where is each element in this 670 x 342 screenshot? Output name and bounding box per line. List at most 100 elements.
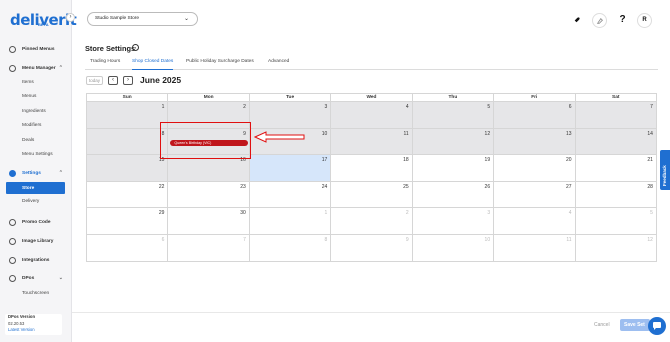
logo-tagline: BETA [38, 22, 49, 27]
day-cell[interactable]: 29 [87, 208, 169, 234]
sidebar-item-menu-settings[interactable]: Menu Settings [0, 148, 72, 163]
sidebar-item-promo-code[interactable]: Promo Code [0, 213, 72, 232]
plug-icon [9, 256, 16, 264]
day-number: 25 [403, 183, 409, 190]
tab-shop-closed-dates[interactable]: Shop Closed Dates [132, 59, 174, 70]
day-cell[interactable]: 4 [494, 208, 576, 234]
chevron-up-icon: ⌃ [58, 170, 63, 176]
day-cell[interactable]: 21 [575, 155, 656, 181]
rocket-icon[interactable] [569, 13, 584, 28]
day-cell[interactable]: 6 [494, 102, 576, 128]
sidebar-item-touchscreen[interactable]: Touchscreen [0, 287, 72, 302]
day-cell[interactable]: 14 [575, 128, 656, 154]
day-number: 7 [243, 236, 246, 243]
day-number: 18 [403, 157, 409, 163]
cancel-button[interactable]: Cancel [594, 322, 610, 328]
sidebar-item-label: Store [22, 185, 35, 191]
collapse-sidebar-button[interactable]: › [66, 13, 75, 22]
day-cell[interactable]: 6 [87, 234, 169, 261]
sidebar-item-delivery[interactable]: Delivery [0, 194, 72, 209]
day-cell[interactable]: 23 [168, 181, 250, 207]
chevron-down-icon: ⌄ [183, 16, 189, 22]
sidebar-item-store[interactable]: Store [6, 182, 65, 194]
sidebar-item-settings[interactable]: Settings ⌃ [0, 167, 72, 180]
day-number: 5 [650, 210, 653, 216]
day-number: 9 [405, 236, 409, 243]
save-button[interactable]: Save Set [620, 319, 650, 331]
day-number: 24 [321, 183, 328, 190]
day-cell[interactable]: 1 [249, 208, 332, 234]
day-number: 20 [565, 157, 572, 163]
day-cell[interactable]: 5 [412, 102, 495, 128]
day-number: 12 [484, 130, 491, 137]
sidebar-item-image-library[interactable]: Image Library [0, 232, 72, 251]
calendar-week: 22 23 24 25 26 27 28 [87, 181, 656, 208]
tag-icon[interactable] [592, 13, 607, 28]
topbar: Studio Sample Store ⌄ ? R [72, 0, 670, 42]
store-select[interactable]: Studio Sample Store ⌄ [87, 12, 198, 26]
day-cell-today[interactable]: 17 [249, 155, 332, 181]
day-cell[interactable]: 7 [575, 102, 656, 128]
feedback-tab[interactable]: Feedback [660, 150, 670, 190]
day-cell[interactable]: 13 [494, 128, 576, 154]
sidebar-item-dpos[interactable]: DPos ⌄ [0, 270, 72, 287]
today-button[interactable]: today [86, 76, 103, 85]
day-cell[interactable]: 11 [494, 234, 576, 261]
sidebar-item-label: Settings [22, 171, 41, 176]
sidebar-item-ingredients[interactable]: Ingredients [0, 104, 72, 119]
day-cell[interactable]: 11 [331, 128, 413, 154]
day-cell[interactable]: 25 [331, 181, 413, 207]
day-cell[interactable]: 3 [412, 208, 495, 234]
day-cell[interactable]: 15 [87, 155, 169, 181]
day-number: 7 [650, 104, 653, 110]
image-icon [9, 237, 16, 245]
weekday-label: Thu [413, 94, 495, 101]
day-cell[interactable]: 20 [494, 155, 576, 181]
day-cell[interactable]: 18 [331, 155, 413, 181]
day-cell[interactable]: 28 [575, 181, 656, 207]
day-cell[interactable]: 8 [87, 128, 169, 154]
day-cell[interactable]: 26 [412, 181, 495, 207]
sidebar-item-menus[interactable]: Menus [0, 90, 72, 105]
day-cell[interactable]: 19 [412, 155, 495, 181]
day-cell[interactable]: 30 [168, 208, 250, 234]
day-cell[interactable]: 12 [575, 234, 656, 261]
latest-version-link[interactable]: Latest Version [8, 327, 35, 332]
sidebar-item-integrations[interactable]: Integrations [0, 251, 72, 270]
sidebar-item-label: Ingredients [22, 108, 46, 114]
prev-month-button[interactable]: ‹ [108, 76, 118, 85]
sidebar-item-deals[interactable]: Deals [0, 133, 72, 148]
sidebar-item-modifiers[interactable]: Modifiers [0, 119, 72, 134]
day-cell[interactable]: 3 [249, 102, 332, 128]
day-cell[interactable]: 10 [412, 234, 495, 261]
weekday-label: Sun [87, 94, 169, 101]
sidebar-item-pinned-menus[interactable]: Pinned Menus [0, 43, 72, 55]
day-number: 13 [565, 130, 572, 137]
chat-button[interactable] [648, 317, 666, 335]
day-cell[interactable]: 2 [331, 208, 413, 234]
sidebar-item-label: Deals [22, 137, 35, 143]
day-cell[interactable]: 12 [412, 128, 495, 154]
sidebar: deliverit BETA › Pinned Menus Menu Manag… [0, 0, 77, 342]
day-cell[interactable]: 22 [87, 181, 169, 207]
day-cell[interactable]: 5 [575, 208, 656, 234]
day-cell[interactable]: 4 [331, 102, 413, 128]
sidebar-item-items[interactable]: Items [0, 75, 72, 90]
day-cell[interactable]: 8 [249, 234, 332, 261]
sidebar-item-menu-manager[interactable]: Menu Manager ⌃ [0, 62, 72, 75]
tab-advanced[interactable]: Advanced [268, 59, 289, 70]
avatar[interactable]: R [637, 13, 652, 28]
day-cell[interactable]: 27 [494, 181, 576, 207]
day-cell[interactable]: 9 [331, 234, 413, 261]
help-icon[interactable]: ? [615, 13, 630, 28]
tag-icon [9, 218, 16, 226]
day-cell[interactable]: 1 [87, 102, 169, 128]
day-number: 14 [647, 130, 653, 137]
settings-tabs: Trading Hours Shop Closed Dates Public H… [85, 58, 658, 70]
day-cell[interactable]: 7 [168, 234, 250, 261]
day-cell[interactable]: 24 [249, 181, 332, 207]
tab-trading-hours[interactable]: Trading Hours [90, 59, 120, 70]
tab-public-holiday-surcharge-dates[interactable]: Public Holiday Surcharge Dates [186, 59, 254, 70]
next-month-button[interactable]: › [123, 76, 133, 85]
day-number: 5 [487, 104, 491, 110]
